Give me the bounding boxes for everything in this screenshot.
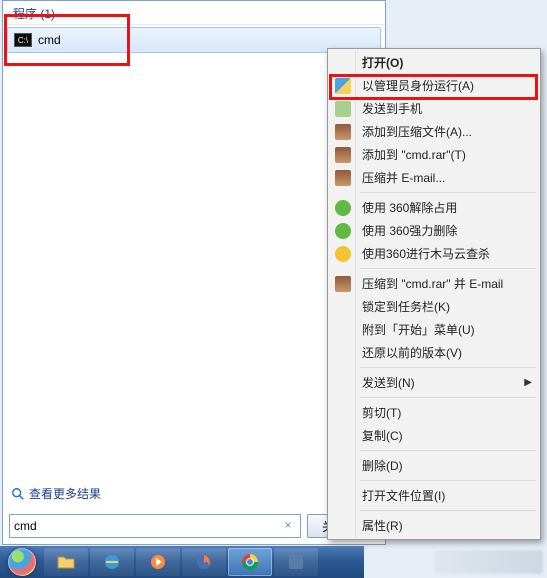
rar-icon [335, 124, 351, 140]
taskbar [0, 546, 364, 578]
search-icon [11, 487, 25, 501]
context-menu-item-label: 添加到压缩文件(A)... [362, 123, 472, 140]
context-menu-item-label: 锁定到任务栏(K) [362, 298, 450, 315]
context-menu-item-label: 压缩到 "cmd.rar" 并 E-mail [362, 275, 503, 292]
taskbar-item-ie[interactable] [90, 548, 134, 576]
context-menu-item-label: 使用360进行木马云查杀 [362, 245, 490, 262]
taskbar-item-explorer[interactable] [44, 548, 88, 576]
rar-icon [335, 276, 351, 292]
taskbar-item-chrome[interactable] [228, 548, 272, 576]
g360-icon [335, 223, 351, 239]
context-menu-item-label: 删除(D) [362, 457, 403, 474]
context-menu-item[interactable]: 剪切(T) [330, 401, 538, 424]
search-box[interactable]: × [9, 514, 301, 538]
context-menu-item[interactable]: 属性(R) [330, 514, 538, 537]
search-result-label: cmd [38, 33, 61, 47]
context-menu-item[interactable]: 发送到手机 [330, 97, 538, 120]
context-menu-item[interactable]: 还原以前的版本(V) [330, 341, 538, 364]
section-header-programs: 程序 (1) [3, 1, 385, 25]
shield-icon [335, 78, 351, 94]
context-menu-separator [360, 367, 536, 368]
context-menu-item-label: 剪切(T) [362, 404, 401, 421]
context-menu-item[interactable]: 使用 360解除占用 [330, 196, 538, 219]
context-menu-item-label: 复制(C) [362, 427, 403, 444]
context-menu: 打开(O) 以管理员身份运行(A) 发送到手机添加到压缩文件(A)... 添加到 "c… [327, 48, 541, 540]
cmd-icon: C:\ [14, 33, 32, 47]
context-menu-item[interactable]: 使用360进行木马云查杀 [330, 242, 538, 265]
context-menu-item-label: 使用 360强力删除 [362, 222, 457, 239]
see-more-results-link[interactable]: 查看更多结果 [11, 485, 101, 502]
context-menu-item-label: 发送到(N) [362, 374, 415, 391]
taskbar-item-firefox[interactable] [182, 548, 226, 576]
search-row: × 关机 ▸ [9, 514, 379, 538]
rar-icon [335, 147, 351, 163]
context-menu-item-label: 以管理员身份运行(A) [362, 77, 474, 94]
windows-logo-icon [8, 548, 36, 576]
context-menu-item-label: 打开文件位置(I) [362, 487, 445, 504]
context-menu-separator [360, 480, 536, 481]
context-menu-item[interactable]: 添加到 "cmd.rar"(T) [330, 143, 538, 166]
y360-icon [335, 246, 351, 262]
media-player-icon [148, 552, 168, 572]
phone-icon [335, 101, 351, 117]
chrome-icon [240, 552, 260, 572]
context-menu-separator [360, 268, 536, 269]
context-menu-item-label: 添加到 "cmd.rar"(T) [362, 146, 466, 163]
redacted-region [435, 550, 543, 574]
context-menu-item-label: 附到「开始」菜单(U) [362, 321, 475, 338]
context-menu-separator [360, 510, 536, 511]
context-menu-item[interactable]: 压缩到 "cmd.rar" 并 E-mail [330, 272, 538, 295]
context-menu-item[interactable]: 打开(O) [330, 51, 538, 74]
context-menu-item[interactable]: 发送到(N) ▶ [330, 371, 538, 394]
clear-search-button[interactable]: × [280, 518, 296, 534]
context-menu-item[interactable]: 打开文件位置(I) [330, 484, 538, 507]
ie-icon [102, 552, 122, 572]
context-menu-separator [360, 397, 536, 398]
context-menu-separator [360, 450, 536, 451]
context-menu-item[interactable]: 以管理员身份运行(A) [330, 74, 538, 97]
context-menu-item[interactable]: 附到「开始」菜单(U) [330, 318, 538, 341]
context-menu-item-label: 压缩并 E-mail... [362, 169, 445, 186]
context-menu-item[interactable]: 使用 360强力删除 [330, 219, 538, 242]
search-result-cmd[interactable]: C:\ cmd [7, 27, 381, 53]
rar-icon [335, 170, 351, 186]
submenu-arrow-icon: ▶ [524, 377, 532, 388]
app-icon [286, 552, 306, 572]
context-menu-item-label: 还原以前的版本(V) [362, 344, 462, 361]
context-menu-item[interactable]: 锁定到任务栏(K) [330, 295, 538, 318]
firefox-icon [194, 552, 214, 572]
context-menu-item-label: 打开(O) [362, 54, 403, 71]
g360-icon [335, 200, 351, 216]
context-menu-item[interactable]: 压缩并 E-mail... [330, 166, 538, 189]
see-more-label: 查看更多结果 [29, 485, 101, 502]
context-menu-separator [360, 192, 536, 193]
context-menu-item[interactable]: 删除(D) [330, 454, 538, 477]
context-menu-item-label: 属性(R) [362, 517, 403, 534]
taskbar-item-wmp[interactable] [136, 548, 180, 576]
taskbar-item-app[interactable] [274, 548, 318, 576]
search-input[interactable] [14, 519, 280, 533]
context-menu-item[interactable]: 复制(C) [330, 424, 538, 447]
context-menu-item-label: 发送到手机 [362, 100, 422, 117]
context-menu-item-label: 使用 360解除占用 [362, 199, 457, 216]
start-button[interactable] [2, 547, 42, 577]
folder-icon [56, 552, 76, 572]
context-menu-item[interactable]: 添加到压缩文件(A)... [330, 120, 538, 143]
